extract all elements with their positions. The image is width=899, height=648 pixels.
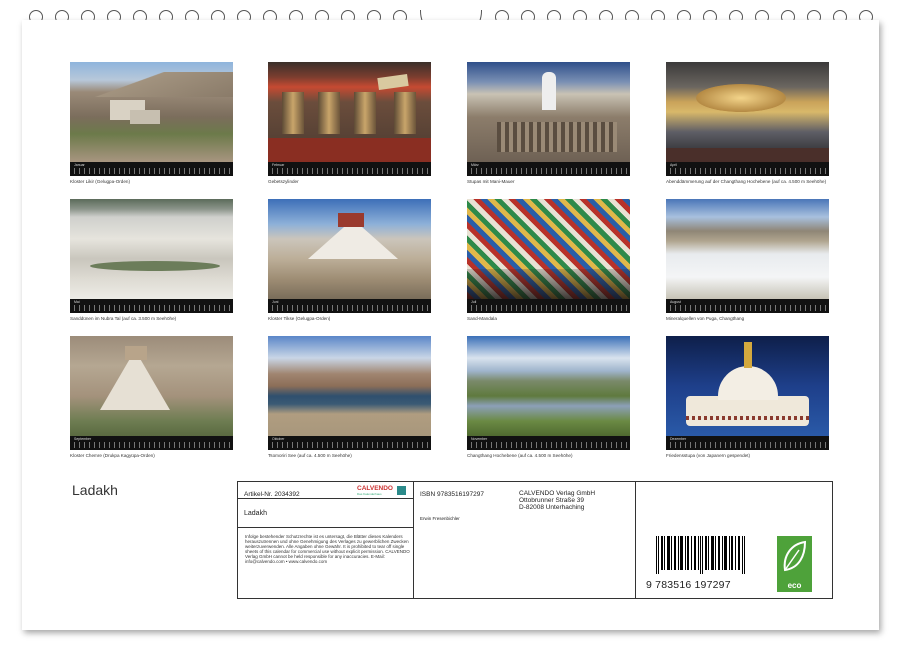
photo-sand-mandala xyxy=(467,199,630,299)
calvendo-logo-mark xyxy=(397,486,406,495)
month-calendar-strip: März xyxy=(467,162,630,176)
month-label: März xyxy=(471,163,479,167)
photo-changthang-plateau xyxy=(467,336,630,436)
photo-caption: Changthang Hochebene (auf ca. 4.500 m Se… xyxy=(467,453,573,458)
article-number: Artikel-Nr. 2034392 xyxy=(244,491,300,498)
month-calendar-strip: November xyxy=(467,436,630,450)
month-calendar-strip: September xyxy=(70,436,233,450)
month-thumbnail-juli: Juli Sand-Mandala xyxy=(467,199,630,321)
author-name: Erwin Fresenbichler xyxy=(420,516,460,521)
month-thumbnail-januar: Januar Kloster Likir (Gelugpa-Orden) xyxy=(70,62,233,184)
photo-monastery-tikse xyxy=(268,199,431,299)
month-label: September xyxy=(74,437,92,441)
month-thumbnail-september: September Kloster Chemre (Drukpa Kagyüpa… xyxy=(70,336,233,458)
day-grid xyxy=(670,305,826,311)
article-row: Artikel-Nr. 2034392 CALVENDO Das Kalende… xyxy=(238,482,413,499)
photo-caption: Kloster Likir (Gelugpa-Orden) xyxy=(70,179,130,184)
day-grid xyxy=(670,442,826,448)
day-grid xyxy=(471,442,627,448)
photo-puga-hot-springs xyxy=(666,199,829,299)
photo-prayer-wheels xyxy=(268,62,431,162)
month-calendar-strip: Februar xyxy=(268,162,431,176)
photo-tsomoriri-lake xyxy=(268,336,431,436)
day-grid xyxy=(272,168,428,174)
leaf-icon xyxy=(783,540,807,572)
publisher-name: CALVENDO Verlag GmbH xyxy=(519,490,596,497)
month-label: Mai xyxy=(74,300,80,304)
photo-sand-dunes-nubra xyxy=(70,199,233,299)
month-calendar-strip: Januar xyxy=(70,162,233,176)
eco-label: eco xyxy=(787,581,802,590)
month-thumbnail-oktober: Oktober Tsomoriri See (auf ca. 4.500 m S… xyxy=(268,336,431,458)
photo-monastery-likir xyxy=(70,62,233,162)
month-calendar-strip: Mai xyxy=(70,299,233,313)
month-label: April xyxy=(670,163,678,167)
eco-badge: eco xyxy=(777,536,812,592)
product-title: Ladakh xyxy=(244,510,267,517)
product-info-box: Artikel-Nr. 2034392 CALVENDO Das Kalende… xyxy=(237,481,833,599)
month-thumbnail-juni: Juni Kloster Tikse (Gelugpa-Orden) xyxy=(268,199,431,321)
photo-peace-stupa xyxy=(666,336,829,436)
month-label: Juni xyxy=(272,300,279,304)
title-row: Ladakh xyxy=(238,499,413,528)
publisher-city: D-82008 Unterhaching xyxy=(519,504,585,511)
day-grid xyxy=(272,442,428,448)
month-thumbnail-mai: Mai Sanddünen im Nubra Tal (auf ca. 3.50… xyxy=(70,199,233,321)
day-grid xyxy=(471,305,627,311)
photo-monastery-chemre xyxy=(70,336,233,436)
month-thumbnail-august: August Mineralquellen von Puga, Changtha… xyxy=(666,199,829,321)
month-calendar-strip: Juli xyxy=(467,299,630,313)
month-label: Februar xyxy=(272,163,285,167)
month-thumbnail-februar: Februar Gebetszylinder xyxy=(268,62,431,184)
isbn: ISBN 9783516197297 xyxy=(420,491,484,498)
photo-stupas-mani-wall xyxy=(467,62,630,162)
month-thumbnail-april: April Abenddämmerung auf der Changthang … xyxy=(666,62,829,184)
month-label: Januar xyxy=(74,163,85,167)
month-calendar-strip: Juni xyxy=(268,299,431,313)
day-grid xyxy=(272,305,428,311)
photo-caption: Abenddämmerung auf der Changthang Hocheb… xyxy=(666,179,827,184)
info-column-product: Artikel-Nr. 2034392 CALVENDO Das Kalende… xyxy=(238,482,414,598)
calvendo-logo-text: CALVENDO xyxy=(357,485,393,492)
photo-caption: Mineralquellen von Puga, Changthang xyxy=(666,316,745,321)
barcode-icon xyxy=(656,536,745,574)
month-thumbnail-dezember: Dezember Friedensstupa (von Japanern ges… xyxy=(666,336,829,458)
calendar-title: Ladakh xyxy=(72,482,118,498)
photo-caption: Friedensstupa (von Japanern gespendet) xyxy=(666,453,751,458)
month-label: August xyxy=(670,300,681,304)
month-label: Dezember xyxy=(670,437,687,441)
month-calendar-strip: Oktober xyxy=(268,436,431,450)
month-thumbnail-november: November Changthang Hochebene (auf ca. 4… xyxy=(467,336,630,458)
month-calendar-strip: Dezember xyxy=(666,436,829,450)
photo-caption: Gebetszylinder xyxy=(268,179,299,184)
photo-caption: Kloster Tikse (Gelugpa-Orden) xyxy=(268,316,331,321)
day-grid xyxy=(74,168,230,174)
publisher-street: Ottobrunner Straße 39 xyxy=(519,497,585,504)
month-calendar-strip: April xyxy=(666,162,829,176)
photo-caption: Sanddünen im Nubra Tal (auf ca. 3.500 m … xyxy=(70,316,177,321)
month-label: November xyxy=(471,437,488,441)
legal-notice: Infolge bestehender Schutzrechte ist es … xyxy=(245,534,410,564)
month-label: Oktober xyxy=(272,437,285,441)
publisher-address: CALVENDO Verlag GmbH Ottobrunner Straße … xyxy=(519,490,595,511)
photo-caption: Tsomoriri See (auf ca. 4.500 m Seehöhe) xyxy=(268,453,352,458)
photo-caption: Sand-Mandala xyxy=(467,316,497,321)
day-grid xyxy=(471,168,627,174)
day-grid xyxy=(74,305,230,311)
info-column-publisher: ISBN 9783516197297 CALVENDO Verlag GmbH … xyxy=(414,482,636,598)
barcode-number: 9 783516 197297 xyxy=(646,579,731,591)
calvendo-logo: CALVENDO Das Kalenderhaus xyxy=(357,485,406,496)
photo-caption: Stupas mit Mani-Mauer xyxy=(467,179,515,184)
month-thumbnail-maerz: März Stupas mit Mani-Mauer xyxy=(467,62,630,184)
calvendo-logo-subtitle: Das Kalenderhaus xyxy=(357,492,382,496)
photo-dusk-changthang xyxy=(666,62,829,162)
day-grid xyxy=(74,442,230,448)
info-column-barcode: 9 783516 197297 eco xyxy=(636,482,832,598)
day-grid xyxy=(670,168,826,174)
month-label: Juli xyxy=(471,300,477,304)
photo-caption: Kloster Chemre (Drukpa Kagyüpa-Orden) xyxy=(70,453,155,458)
month-calendar-strip: August xyxy=(666,299,829,313)
